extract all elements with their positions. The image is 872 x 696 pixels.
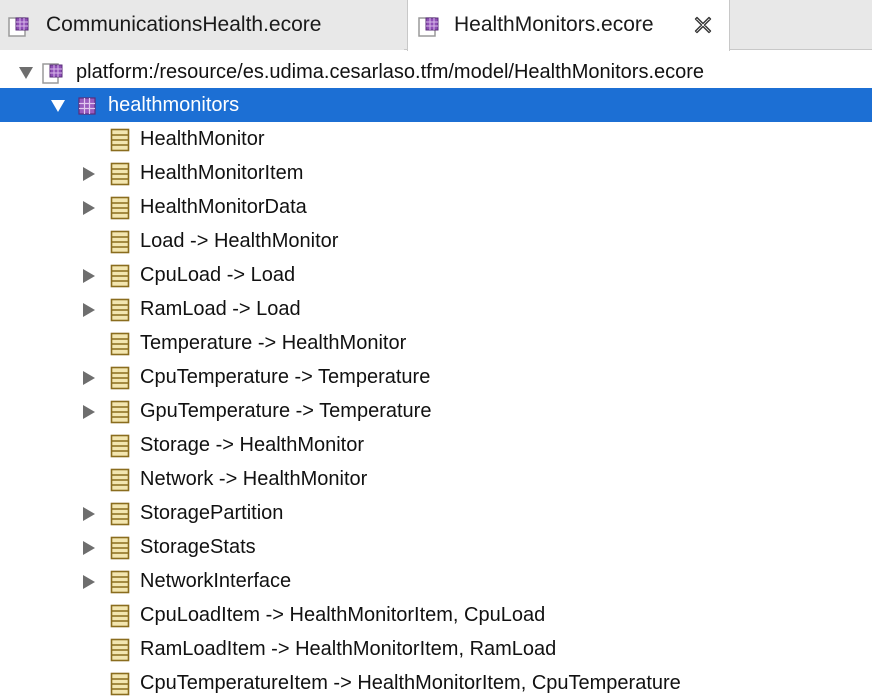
- tree-item-class[interactable]: StoragePartition: [0, 496, 872, 530]
- tree-item-class[interactable]: HealthMonitorItem: [0, 156, 872, 190]
- close-icon[interactable]: [693, 15, 713, 35]
- tree-item-label: CpuLoad -> Load: [140, 264, 296, 286]
- tree-item-label: GpuTemperature -> Temperature: [140, 400, 432, 422]
- eclass-icon: [110, 196, 130, 220]
- eclass-icon: [110, 366, 130, 390]
- chevron-right-icon[interactable]: [82, 506, 96, 522]
- eclass-icon: [110, 536, 130, 560]
- eclass-icon: [110, 502, 130, 526]
- tree-item-label: HealthMonitor: [140, 128, 265, 150]
- tab-communications-health[interactable]: CommunicationsHealth.ecore: [0, 0, 404, 50]
- tree-item-label: HealthMonitorItem: [140, 162, 304, 184]
- eclass-icon: [110, 604, 130, 628]
- tree-item-label: StoragePartition: [140, 502, 284, 524]
- tree-item-label: RamLoad -> Load: [140, 298, 301, 320]
- tree-item-class[interactable]: StorageStats: [0, 530, 872, 564]
- tree-item-class[interactable]: GpuTemperature -> Temperature: [0, 394, 872, 428]
- tree-item-class[interactable]: CpuTemperatureItem -> HealthMonitorItem,…: [0, 666, 872, 696]
- tree-item-label: StorageStats: [140, 536, 256, 558]
- eclass-icon: [110, 434, 130, 458]
- eclass-icon: [110, 468, 130, 492]
- eclass-icon: [110, 672, 130, 696]
- tree-item-class[interactable]: Load -> HealthMonitor: [0, 224, 872, 258]
- tree-item-class[interactable]: NetworkInterface: [0, 564, 872, 598]
- tree-item-label: CpuTemperatureItem -> HealthMonitorItem,…: [140, 672, 681, 694]
- ecore-tree: platform:/resource/es.udima.cesarlaso.tf…: [0, 51, 872, 696]
- tree-item-label: HealthMonitorData: [140, 196, 307, 218]
- chevron-right-icon[interactable]: [82, 200, 96, 216]
- tree-item-label: CpuLoadItem -> HealthMonitorItem, CpuLoa…: [140, 604, 546, 626]
- eclass-icon: [110, 128, 130, 152]
- eclass-icon: [110, 638, 130, 662]
- eclass-icon: [110, 332, 130, 356]
- tree-item-label: NetworkInterface: [140, 570, 292, 592]
- chevron-right-icon[interactable]: [82, 166, 96, 182]
- eclass-icon: [110, 230, 130, 254]
- tree-item-label: CpuTemperature -> Temperature: [140, 366, 431, 388]
- tree-item-class[interactable]: HealthMonitor: [0, 122, 872, 156]
- chevron-right-icon[interactable]: [82, 370, 96, 386]
- chevron-right-icon[interactable]: [82, 302, 96, 318]
- eclass-icon: [110, 570, 130, 594]
- chevron-right-icon[interactable]: [82, 404, 96, 420]
- tree-item-label: RamLoadItem -> HealthMonitorItem, RamLoa…: [140, 638, 557, 660]
- eclass-icon: [110, 298, 130, 322]
- tree-item-package[interactable]: healthmonitors: [0, 88, 872, 122]
- ecore-package-icon: [418, 13, 444, 39]
- epackage-icon: [77, 96, 97, 116]
- tree-item-class[interactable]: RamLoadItem -> HealthMonitorItem, RamLoa…: [0, 632, 872, 666]
- tree-item-class[interactable]: CpuTemperature -> Temperature: [0, 360, 872, 394]
- tree-item-label: Storage -> HealthMonitor: [140, 434, 365, 456]
- chevron-right-icon[interactable]: [82, 540, 96, 556]
- tree-item-label: Temperature -> HealthMonitor: [140, 332, 407, 354]
- eclass-icon: [110, 400, 130, 424]
- tree-item-class[interactable]: CpuLoad -> Load: [0, 258, 872, 292]
- ecore-resource-icon: [42, 61, 66, 85]
- tree-item-label: Network -> HealthMonitor: [140, 468, 368, 490]
- tree-item-resource[interactable]: platform:/resource/es.udima.cesarlaso.tf…: [0, 55, 872, 89]
- tree-item-class[interactable]: HealthMonitorData: [0, 190, 872, 224]
- tree-item-class[interactable]: CpuLoadItem -> HealthMonitorItem, CpuLoa…: [0, 598, 872, 632]
- eclass-icon: [110, 162, 130, 186]
- tree-item-class[interactable]: Network -> HealthMonitor: [0, 462, 872, 496]
- chevron-down-icon[interactable]: [18, 66, 34, 80]
- tree-item-label: Load -> HealthMonitor: [140, 230, 339, 252]
- tree-item-class[interactable]: RamLoad -> Load: [0, 292, 872, 326]
- tree-item-label: healthmonitors: [108, 94, 240, 116]
- chevron-down-icon[interactable]: [50, 99, 66, 113]
- tab-label: HealthMonitors.ecore: [454, 13, 654, 36]
- tree-item-label: platform:/resource/es.udima.cesarlaso.tf…: [76, 61, 705, 83]
- tab-label: CommunicationsHealth.ecore: [46, 13, 322, 36]
- chevron-right-icon[interactable]: [82, 574, 96, 590]
- editor-tab-bar: CommunicationsHealth.ecore HealthMonitor…: [0, 0, 872, 51]
- eclass-icon: [110, 264, 130, 288]
- ecore-package-icon: [8, 13, 34, 39]
- tree-item-class[interactable]: Temperature -> HealthMonitor: [0, 326, 872, 360]
- tree-item-class[interactable]: Storage -> HealthMonitor: [0, 428, 872, 462]
- tab-health-monitors[interactable]: HealthMonitors.ecore: [407, 0, 730, 51]
- chevron-right-icon[interactable]: [82, 268, 96, 284]
